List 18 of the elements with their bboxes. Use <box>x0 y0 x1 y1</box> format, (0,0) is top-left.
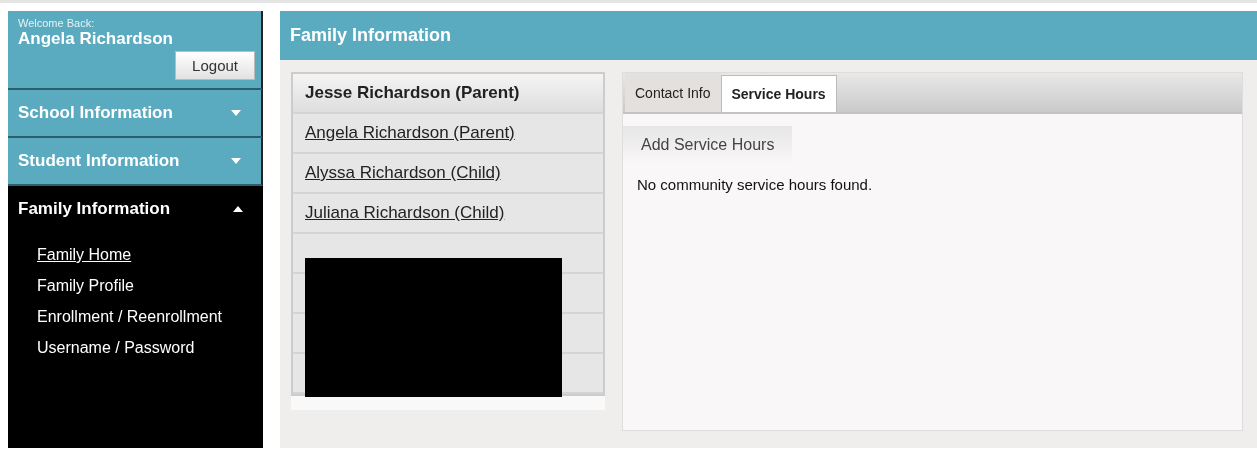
nav-link[interactable]: Enrollment / Reenrollment <box>37 308 263 326</box>
user-name: Angela Richardson <box>18 29 174 49</box>
welcome-text: Welcome Back: <box>18 17 96 29</box>
nav-link[interactable]: Family Profile <box>37 277 263 295</box>
family-member-item[interactable]: Jesse Richardson (Parent) <box>293 74 603 114</box>
caret-down-icon <box>231 158 241 164</box>
tab[interactable]: Contact Info <box>625 73 721 112</box>
family-member-item[interactable]: Alyssa Richardson (Child) <box>293 154 603 194</box>
caret-up-icon <box>233 206 243 212</box>
logout-button[interactable]: Logout <box>175 51 255 80</box>
page-header: Family Information <box>280 11 1257 60</box>
family-member-item[interactable]: Angela Richardson (Parent) <box>293 114 603 154</box>
nav-link[interactable]: Username / Password <box>37 339 263 357</box>
nav-link[interactable]: Family Home <box>37 246 263 264</box>
empty-message: No community service hours found. <box>636 175 874 195</box>
tab[interactable]: Service Hours <box>720 75 837 112</box>
caret-down-icon <box>231 110 241 116</box>
family-member-item[interactable]: Juliana Richardson (Child) <box>293 194 603 234</box>
